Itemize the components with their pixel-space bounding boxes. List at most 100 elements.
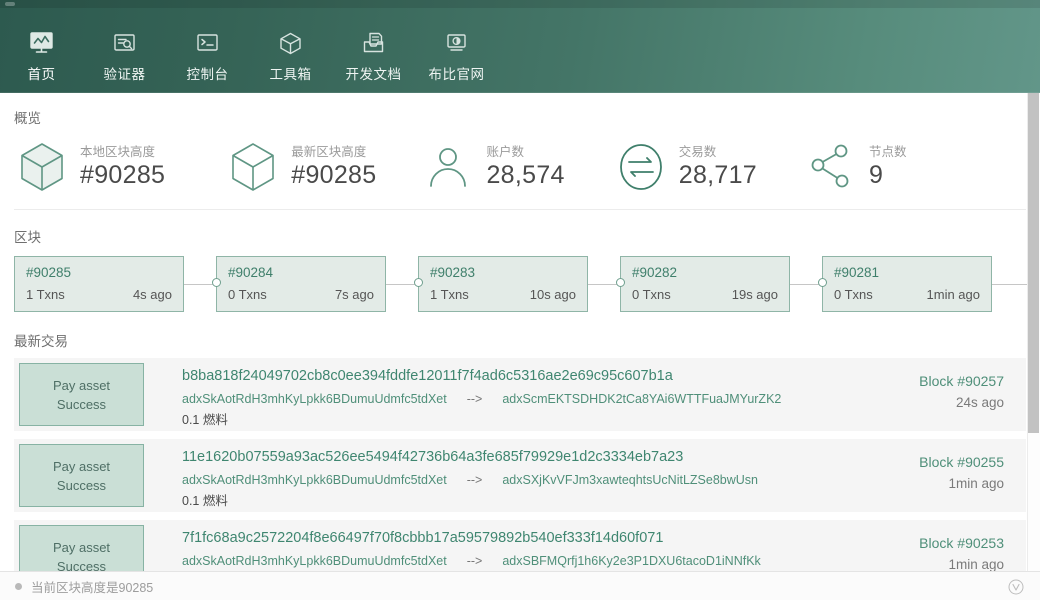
- block-connector-tail: [992, 284, 1032, 285]
- stat-latest-block-height: 最新区块高度 #90285: [225, 139, 376, 195]
- toolbox-cube-icon: [249, 30, 332, 56]
- stat-account-count: 账户数 28,574: [420, 139, 564, 195]
- circled-v-icon[interactable]: [1008, 579, 1024, 600]
- transaction-to-address[interactable]: adxScmEKTSDHDK2tCa8YAi6WTTFuaJMYurZK2: [502, 389, 781, 409]
- transaction-address-line: adxSkAotRdH3mhKyLpkk6BDumuUdmfc5tdXet --…: [182, 389, 846, 409]
- stat-text-local-block-height: 本地区块高度 #90285: [80, 144, 165, 190]
- stat-transaction-count: 交易数 28,717: [613, 139, 757, 195]
- nav-item-home[interactable]: 首页: [0, 8, 83, 83]
- transaction-type: Pay asset: [53, 457, 110, 476]
- nav-item-toolbox[interactable]: 工具箱: [249, 8, 332, 83]
- transaction-address-line: adxSkAotRdH3mhKyLpkk6BDumuUdmfc5tdXet --…: [182, 470, 846, 490]
- transaction-hash[interactable]: 11e1620b07559a93ac526ee5494f42736b64a3fe…: [182, 447, 846, 468]
- home-monitor-chart-icon: [0, 30, 83, 56]
- transaction-row[interactable]: Pay asset Success b8ba818f24049702cb8c0e…: [14, 358, 1026, 431]
- transaction-arrow-icon: -->: [467, 470, 483, 490]
- block-connector-dot-icon: [212, 278, 221, 287]
- block-connector-dot-icon: [414, 278, 423, 287]
- block-meta: 0 Txns 1min ago: [834, 285, 980, 305]
- block-time: 7s ago: [335, 285, 374, 305]
- nodes-share-icon: [803, 139, 859, 195]
- block-txns: 1 Txns: [430, 285, 469, 305]
- nav-label-console: 控制台: [166, 63, 249, 83]
- user-icon: [420, 139, 476, 195]
- stat-node-count: 节点数 9: [803, 139, 907, 195]
- transaction-body: 11e1620b07559a93ac526ee5494f42736b64a3fe…: [144, 439, 846, 512]
- transactions-title: 最新交易: [0, 330, 1040, 350]
- block-card[interactable]: #90281 0 Txns 1min ago: [822, 256, 992, 312]
- validator-search-list-icon: [83, 30, 166, 56]
- stat-value-transaction-count: 28,717: [679, 160, 757, 190]
- transaction-hash[interactable]: 7f1fc68a9c2572204f8e66497f70f8cbbb17a595…: [182, 528, 846, 549]
- stat-local-block-height: 本地区块高度 #90285: [14, 139, 165, 195]
- content-scrollbar-track[interactable]: [1027, 93, 1040, 571]
- block-meta: 1 Txns 10s ago: [430, 285, 576, 305]
- transaction-hash[interactable]: b8ba818f24049702cb8c0ee394fddfe12011f7f4…: [182, 366, 846, 387]
- block-connector-dot-icon: [818, 278, 827, 287]
- blocks-row: #90285 1 Txns 4s ago #90284 0 Txns 7s ag…: [0, 246, 1040, 312]
- overview-title: 概览: [0, 107, 1040, 127]
- transaction-row[interactable]: Pay asset Success 11e1620b07559a93ac526e…: [14, 439, 1026, 512]
- transaction-status: Success: [57, 395, 106, 414]
- transaction-arrow-icon: -->: [467, 551, 483, 571]
- nav-label-dev-docs: 开发文档: [332, 63, 415, 83]
- content-scrollbar-thumb[interactable]: [1028, 93, 1039, 433]
- cube-filled-icon: [14, 139, 70, 195]
- transaction-body: b8ba818f24049702cb8c0ee394fddfe12011f7f4…: [144, 358, 846, 431]
- block-card[interactable]: #90282 0 Txns 19s ago: [620, 256, 790, 312]
- window-titlebar: [0, 0, 1040, 8]
- transaction-status-badge: Pay asset Success: [19, 525, 144, 571]
- stat-text-latest-block-height: 最新区块高度 #90285: [291, 144, 376, 190]
- dev-docs-inbox-icon: [332, 30, 415, 56]
- transaction-block[interactable]: Block #90257: [846, 370, 1004, 392]
- nav-item-dev-docs[interactable]: 开发文档: [332, 8, 415, 83]
- transaction-block[interactable]: Block #90255: [846, 451, 1004, 473]
- overview-divider: [14, 209, 1026, 210]
- block-txns: 0 Txns: [632, 285, 671, 305]
- transaction-type: Pay asset: [53, 538, 110, 557]
- block-number: #90281: [834, 264, 980, 282]
- block-number: #90282: [632, 264, 778, 282]
- block-card[interactable]: #90283 1 Txns 10s ago: [418, 256, 588, 312]
- nav-item-official-site[interactable]: 布比官网: [415, 8, 498, 83]
- block-card[interactable]: #90285 1 Txns 4s ago: [14, 256, 184, 312]
- status-bar-text: 当前区块高度是90285: [31, 577, 153, 596]
- transaction-right-meta: Block #90255 1min ago: [846, 439, 1026, 512]
- block-time: 19s ago: [732, 285, 778, 305]
- transaction-to-address[interactable]: adxSXjKvVFJm3xawteqhtsUcNitLZSe8bwUsn: [502, 470, 758, 490]
- transaction-status-badge: Pay asset Success: [19, 444, 144, 507]
- block-meta: 0 Txns 19s ago: [632, 285, 778, 305]
- block-txns: 0 Txns: [834, 285, 873, 305]
- transaction-status: Success: [57, 557, 106, 572]
- transaction-status-badge: Pay asset Success: [19, 363, 144, 426]
- titlebar-dot-icon: [5, 2, 15, 6]
- block-time: 1min ago: [927, 285, 980, 305]
- main-navigation[interactable]: 首页 验证器: [0, 8, 498, 83]
- status-dot-icon: [15, 583, 22, 590]
- transaction-from-address[interactable]: adxSkAotRdH3mhKyLpkk6BDumuUdmfc5tdXet: [182, 389, 447, 409]
- transaction-row[interactable]: Pay asset Success 7f1fc68a9c2572204f8e66…: [14, 520, 1026, 571]
- transaction-fee: 0.1 燃料: [182, 491, 846, 511]
- transaction-block[interactable]: Block #90253: [846, 532, 1004, 554]
- transaction-type: Pay asset: [53, 376, 110, 395]
- transaction-arrow-icon: -->: [467, 389, 483, 409]
- stat-label-transaction-count: 交易数: [679, 144, 757, 160]
- stat-label-local-block-height: 本地区块高度: [80, 144, 165, 160]
- stat-value-account-count: 28,574: [486, 160, 564, 190]
- status-bar: 当前区块高度是90285: [0, 571, 1040, 600]
- stat-value-local-block-height: #90285: [80, 160, 165, 190]
- transaction-from-address[interactable]: adxSkAotRdH3mhKyLpkk6BDumuUdmfc5tdXet: [182, 551, 447, 571]
- transaction-from-address[interactable]: adxSkAotRdH3mhKyLpkk6BDumuUdmfc5tdXet: [182, 470, 447, 490]
- block-card[interactable]: #90284 0 Txns 7s ago: [216, 256, 386, 312]
- stat-text-transaction-count: 交易数 28,717: [679, 144, 757, 190]
- transaction-time: 1min ago: [846, 473, 1004, 495]
- nav-item-console[interactable]: 控制台: [166, 8, 249, 83]
- transaction-to-address[interactable]: adxSBFMQrfj1h6Ky2e3P1DXU6tacoD1iNNfKk: [502, 551, 760, 571]
- nav-item-validator[interactable]: 验证器: [83, 8, 166, 83]
- nav-label-home: 首页: [0, 63, 83, 83]
- console-terminal-icon: [166, 30, 249, 56]
- website-monitor-icon: [415, 30, 498, 56]
- overview-stats: 本地区块高度 #90285 最新区块高度 #90285: [0, 127, 1040, 209]
- block-txns: 0 Txns: [228, 285, 267, 305]
- transaction-right-meta: Block #90257 24s ago: [846, 358, 1026, 431]
